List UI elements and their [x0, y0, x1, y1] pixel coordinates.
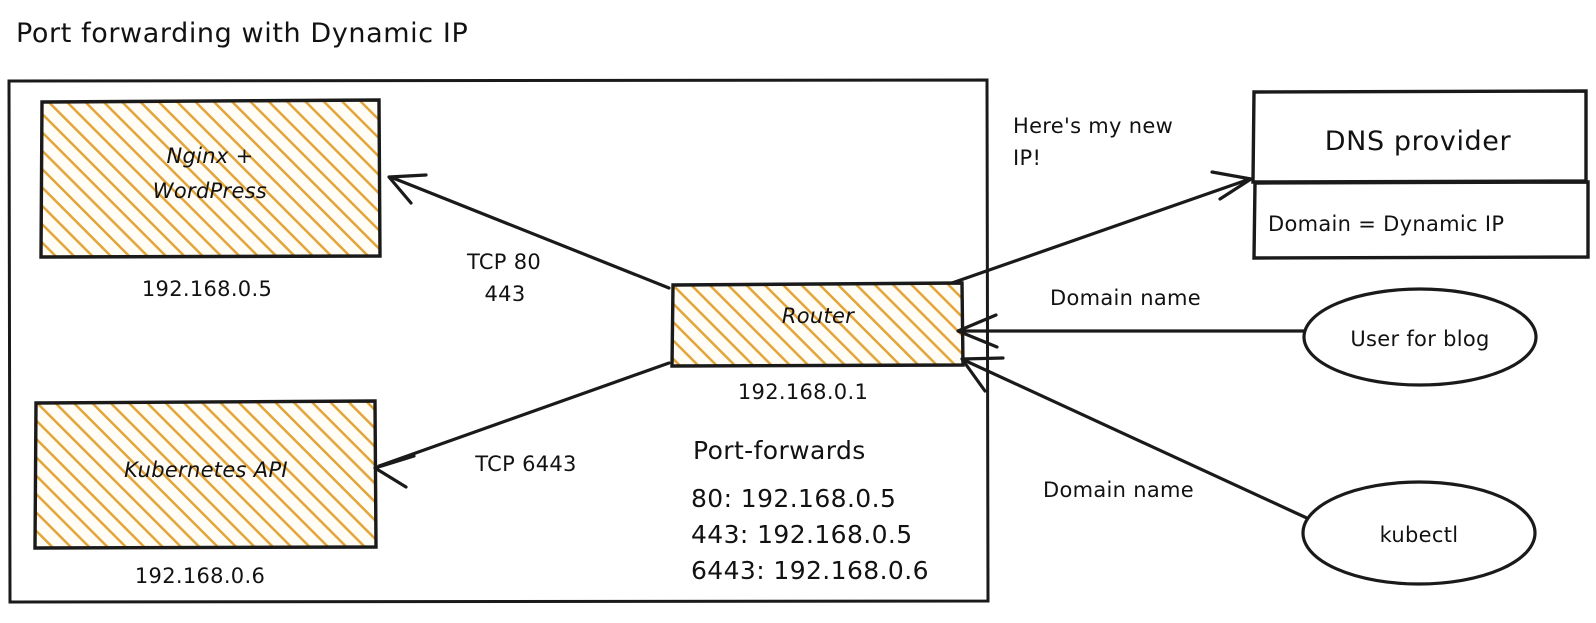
node-nginx-wordpress-label-line1: Nginx + — [167, 144, 254, 168]
node-router[interactable]: Router — [670, 281, 965, 368]
edge-label-dynamic-dns-line1: Here's my new — [1013, 114, 1173, 138]
node-kubernetes-api[interactable]: Kubernetes API — [33, 399, 378, 550]
edge-label-domain-name-kubectl: Domain name — [1043, 478, 1194, 502]
edge-router-to-dns — [950, 170, 1253, 285]
port-forward-entry: 443: 192.168.0.5 — [691, 520, 913, 549]
node-router-ip: 192.168.0.1 — [738, 380, 868, 404]
page-title: Port forwarding with Dynamic IP — [16, 18, 468, 49]
node-user-for-blog[interactable]: User for blog — [1302, 287, 1538, 387]
edge-label-tcp-k8s: TCP 6443 — [474, 452, 576, 476]
node-nginx-wordpress-label-line2: WordPress — [153, 179, 267, 203]
node-kubernetes-api-label-line1: Kubernetes API — [124, 458, 288, 482]
node-dns-provider-header: DNS provider — [1325, 126, 1512, 157]
port-forward-entry: 80: 192.168.0.5 — [691, 484, 896, 513]
diagram-canvas: Port forwarding with Dynamic IP Nginx + … — [0, 0, 1596, 623]
port-forwarding-diagram: Port forwarding with Dynamic IP Nginx + … — [7, 18, 1590, 604]
node-nginx-wordpress[interactable]: Nginx + WordPress — [39, 98, 382, 259]
edge-label-dynamic-dns-line2: IP! — [1013, 146, 1041, 170]
node-kubectl[interactable]: kubectl — [1301, 480, 1537, 586]
node-nginx-wordpress-ip: 192.168.0.5 — [142, 277, 272, 301]
node-router-label: Router — [782, 304, 855, 328]
edge-user-blog-to-router — [956, 313, 1307, 349]
node-dns-provider[interactable]: DNS provider Domain = Dynamic IP — [1251, 89, 1590, 260]
edge-label-tcp-web-line1: TCP 80 — [466, 250, 541, 274]
edge-label-tcp-web-line2: 443 — [485, 282, 526, 306]
node-kubernetes-api-ip: 192.168.0.6 — [135, 564, 265, 588]
node-kubectl-label: kubectl — [1380, 523, 1459, 547]
node-user-for-blog-label: User for blog — [1350, 327, 1489, 351]
port-forward-entry: 6443: 192.168.0.6 — [691, 556, 929, 585]
edge-label-domain-name-blog: Domain name — [1050, 286, 1201, 310]
node-dns-provider-body: Domain = Dynamic IP — [1268, 212, 1504, 236]
port-forwards-heading: Port-forwards — [693, 436, 866, 465]
